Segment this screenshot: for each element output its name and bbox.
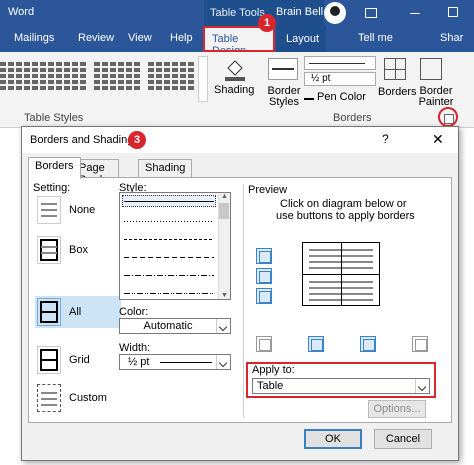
setting-grid-icon[interactable] — [37, 346, 61, 374]
line-weight-dropdown[interactable]: ½ pt — [304, 72, 376, 86]
pen-color-button[interactable]: Pen Color — [304, 90, 366, 103]
dialog-launcher-icon[interactable] — [444, 114, 454, 124]
user-name: Brain Bell — [276, 6, 324, 18]
dialog-title: Borders and Shading — [30, 134, 134, 146]
callout-badge-1: 1 — [258, 14, 276, 32]
app-title: Word — [8, 6, 35, 18]
preview-hint-line1: Click on diagram below or — [280, 198, 407, 210]
apply-to-label: Apply to: — [252, 364, 295, 376]
line-style-dropdown[interactable] — [304, 56, 376, 70]
setting-box-icon[interactable] — [37, 236, 61, 264]
tab-mailings[interactable]: Mailings — [14, 32, 54, 44]
borders-label[interactable]: Borders — [378, 86, 417, 98]
table-style-thumb[interactable] — [94, 60, 140, 94]
border-styles-label[interactable]: Border Styles — [266, 86, 302, 108]
line-style-list[interactable] — [119, 192, 231, 300]
line-style-dash-dot-dot[interactable] — [124, 293, 214, 294]
help-button[interactable]: ? — [382, 132, 389, 146]
tab-layout[interactable]: Layout — [276, 26, 326, 52]
borders-tab-panel: Setting: None Box All Grid Custom Style:… — [28, 177, 452, 423]
table-style-thumb[interactable] — [148, 60, 194, 94]
diagonal-up-border-button[interactable] — [412, 336, 428, 352]
style-list-scroll-thumb[interactable] — [219, 203, 229, 219]
ribbon-display-options-icon[interactable] — [365, 8, 377, 18]
preview-hint-line2: use buttons to apply borders — [276, 210, 415, 222]
table-style-thumb[interactable] — [40, 60, 86, 94]
inside-horizontal-border-button[interactable] — [256, 268, 272, 284]
pen-icon — [304, 90, 314, 100]
tab-borders[interactable]: Borders — [28, 157, 81, 179]
color-value: Automatic — [143, 320, 193, 332]
setting-all-icon[interactable] — [37, 298, 61, 326]
border-styles-icon[interactable] — [268, 58, 298, 80]
bottom-border-button[interactable] — [256, 288, 272, 304]
shading-label[interactable]: Shading — [214, 84, 254, 96]
pen-color-label: Pen Color — [317, 91, 366, 103]
border-painter-icon[interactable] — [420, 58, 442, 80]
borders-and-shading-dialog: Borders and Shading 3 ? ✕ Borders Page B… — [21, 126, 459, 461]
options-button[interactable]: Options... — [368, 400, 426, 418]
preview-inside-horizontal-line — [303, 274, 379, 275]
tell-me-search[interactable]: Tell me — [358, 32, 393, 44]
dialog-title-bar[interactable]: Borders and Shading 3 ? ✕ — [22, 127, 458, 153]
chevron-down-icon — [216, 319, 230, 333]
close-icon[interactable]: ✕ — [432, 131, 444, 148]
tab-review[interactable]: Review — [78, 32, 114, 44]
chevron-down-icon — [216, 355, 230, 369]
tab-view[interactable]: View — [128, 32, 152, 44]
apply-to-select[interactable]: Table — [252, 378, 430, 394]
border-preview-diagram[interactable] — [302, 242, 380, 306]
table-styles-group-label: Table Styles — [24, 112, 84, 124]
ok-button[interactable]: OK — [304, 429, 362, 449]
setting-custom-label[interactable]: Custom — [69, 392, 107, 404]
borders-icon[interactable] — [384, 58, 406, 80]
tab-shading[interactable]: Shading — [138, 159, 193, 177]
diagonal-down-border-button[interactable] — [256, 336, 272, 352]
top-border-button[interactable] — [256, 248, 272, 264]
setting-none-label[interactable]: None — [69, 204, 95, 216]
left-border-button[interactable] — [308, 336, 324, 352]
chevron-down-icon — [415, 379, 429, 393]
ribbon-content: Shading Table Styles Border Styles ½ pt … — [0, 52, 474, 128]
width-select[interactable]: ½ pt — [119, 354, 231, 370]
apply-to-highlight: Apply to: Table — [246, 362, 436, 398]
title-bar: Word Table Tools Brain Bell — [0, 0, 474, 26]
minimize-icon[interactable] — [410, 13, 420, 14]
styles-gallery-scroll[interactable] — [198, 56, 208, 102]
border-styles-label-2: Styles — [269, 96, 299, 108]
apply-to-value: Table — [257, 380, 284, 392]
width-value: ½ pt — [128, 356, 150, 368]
width-line-sample — [160, 362, 212, 363]
line-style-dashed[interactable] — [124, 257, 214, 258]
border-painter-label[interactable]: Border Painter — [416, 86, 456, 108]
tab-help[interactable]: Help — [170, 32, 193, 44]
setting-none-icon[interactable] — [37, 196, 61, 224]
setting-all-label[interactable]: All — [69, 306, 81, 318]
line-style-dash-dot[interactable] — [124, 275, 214, 276]
width-label: Width: — [119, 342, 151, 354]
setting-box-label[interactable]: Box — [69, 244, 88, 256]
cancel-button[interactable]: Cancel — [374, 429, 432, 449]
paint-bucket-icon[interactable] — [222, 56, 248, 82]
avatar[interactable] — [324, 2, 346, 24]
maximize-icon[interactable] — [448, 7, 458, 17]
inside-vertical-border-button[interactable] — [360, 336, 376, 352]
setting-custom-icon[interactable] — [37, 384, 61, 412]
line-style-solid[interactable] — [124, 201, 214, 202]
preview-label: Preview — [248, 184, 288, 196]
color-label: Color: — [119, 306, 149, 318]
callout-badge-3: 3 — [128, 131, 146, 149]
borders-group-label: Borders — [333, 112, 372, 124]
table-tools-label: Table Tools — [210, 7, 265, 19]
preview-group: Preview Click on diagram below or use bu… — [243, 184, 447, 418]
line-style-dashed-small[interactable] — [124, 239, 214, 240]
line-style-dotted[interactable] — [124, 221, 214, 222]
share-button[interactable]: Shar — [440, 32, 463, 44]
color-select[interactable]: Automatic — [119, 318, 231, 334]
setting-grid-label[interactable]: Grid — [69, 354, 90, 366]
setting-label: Setting: — [33, 182, 71, 194]
